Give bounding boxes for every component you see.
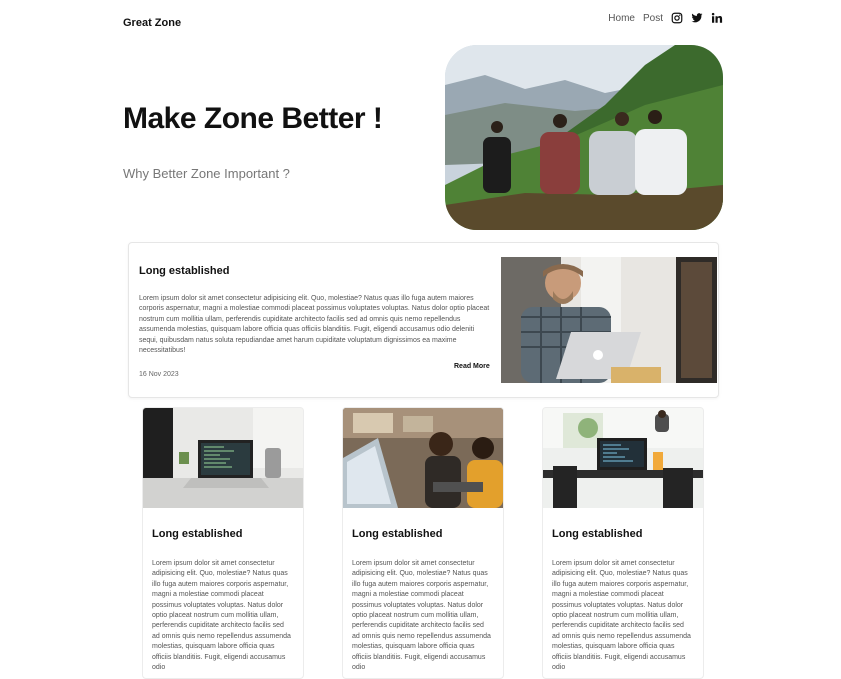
nav-links: Home Post <box>608 12 723 24</box>
featured-post-title[interactable]: Long established <box>139 265 229 277</box>
instagram-icon[interactable] <box>671 12 683 24</box>
hero-image <box>445 45 723 230</box>
post-card-title[interactable]: Long established <box>352 528 442 540</box>
post-card-image <box>343 408 503 508</box>
hero-title: Make Zone Better ! <box>123 102 383 135</box>
brand-logo[interactable]: Great Zone <box>123 17 181 29</box>
post-card-body: Lorem ipsum dolor sit amet consectetur a… <box>352 560 491 672</box>
post-card[interactable]: Long established Lorem ipsum dolor sit a… <box>342 407 504 679</box>
featured-post-date: 16 Nov 2023 <box>139 371 179 378</box>
nav-link-post[interactable]: Post <box>643 13 663 24</box>
post-card-title[interactable]: Long established <box>152 528 242 540</box>
post-card-body: Lorem ipsum dolor sit amet consectetur a… <box>152 560 291 672</box>
nav-link-home[interactable]: Home <box>608 13 635 24</box>
linkedin-icon[interactable] <box>711 12 723 24</box>
hero-subtitle: Why Better Zone Important ? <box>123 166 290 181</box>
navbar: Great Zone Home Post <box>123 10 723 36</box>
post-card[interactable]: Long established Lorem ipsum dolor sit a… <box>142 407 304 679</box>
post-card-body: Lorem ipsum dolor sit amet consectetur a… <box>552 560 691 672</box>
featured-post-card[interactable]: Long established Lorem ipsum dolor sit a… <box>128 242 719 398</box>
twitter-icon[interactable] <box>691 12 703 24</box>
post-card-title[interactable]: Long established <box>552 528 642 540</box>
featured-post-body: Lorem ipsum dolor sit amet consectetur a… <box>139 295 490 355</box>
post-card[interactable]: Long established Lorem ipsum dolor sit a… <box>542 407 704 679</box>
read-more-link[interactable]: Read More <box>454 363 490 370</box>
post-card-image <box>143 408 303 508</box>
featured-post-image <box>501 257 717 383</box>
post-card-image <box>543 408 703 508</box>
